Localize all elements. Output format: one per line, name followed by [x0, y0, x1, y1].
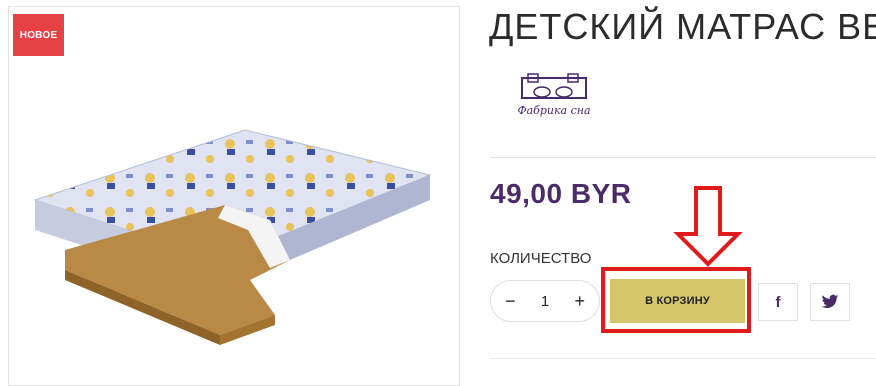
decrease-button[interactable]: − [505, 291, 516, 312]
product-price: 49,00 BYR [490, 178, 632, 209]
mattress-photo [33, 129, 432, 345]
quantity-stepper[interactable]: − 1 + [490, 280, 600, 322]
new-badge: НОВОЕ [13, 14, 64, 56]
twitter-share-button[interactable] [810, 283, 850, 321]
divider-top [490, 157, 876, 158]
quantity-value[interactable]: 1 [541, 293, 549, 310]
facebook-icon: f [775, 293, 781, 311]
divider-bottom [490, 358, 876, 359]
quantity-label: КОЛИЧЕСТВО [490, 250, 592, 267]
brand-logo[interactable]: Фабрика сна [508, 72, 600, 122]
facebook-share-button[interactable]: f [758, 283, 798, 321]
increase-button[interactable]: + [574, 291, 585, 312]
annotation-arrow-icon [673, 186, 743, 267]
product-title: ДЕТСКИЙ МАТРАС ВЕ [489, 6, 876, 47]
brand-logo-text: Фабрика сна [517, 104, 590, 117]
twitter-icon [821, 294, 839, 309]
add-to-cart-button[interactable]: В КОРЗИНУ [610, 279, 745, 323]
